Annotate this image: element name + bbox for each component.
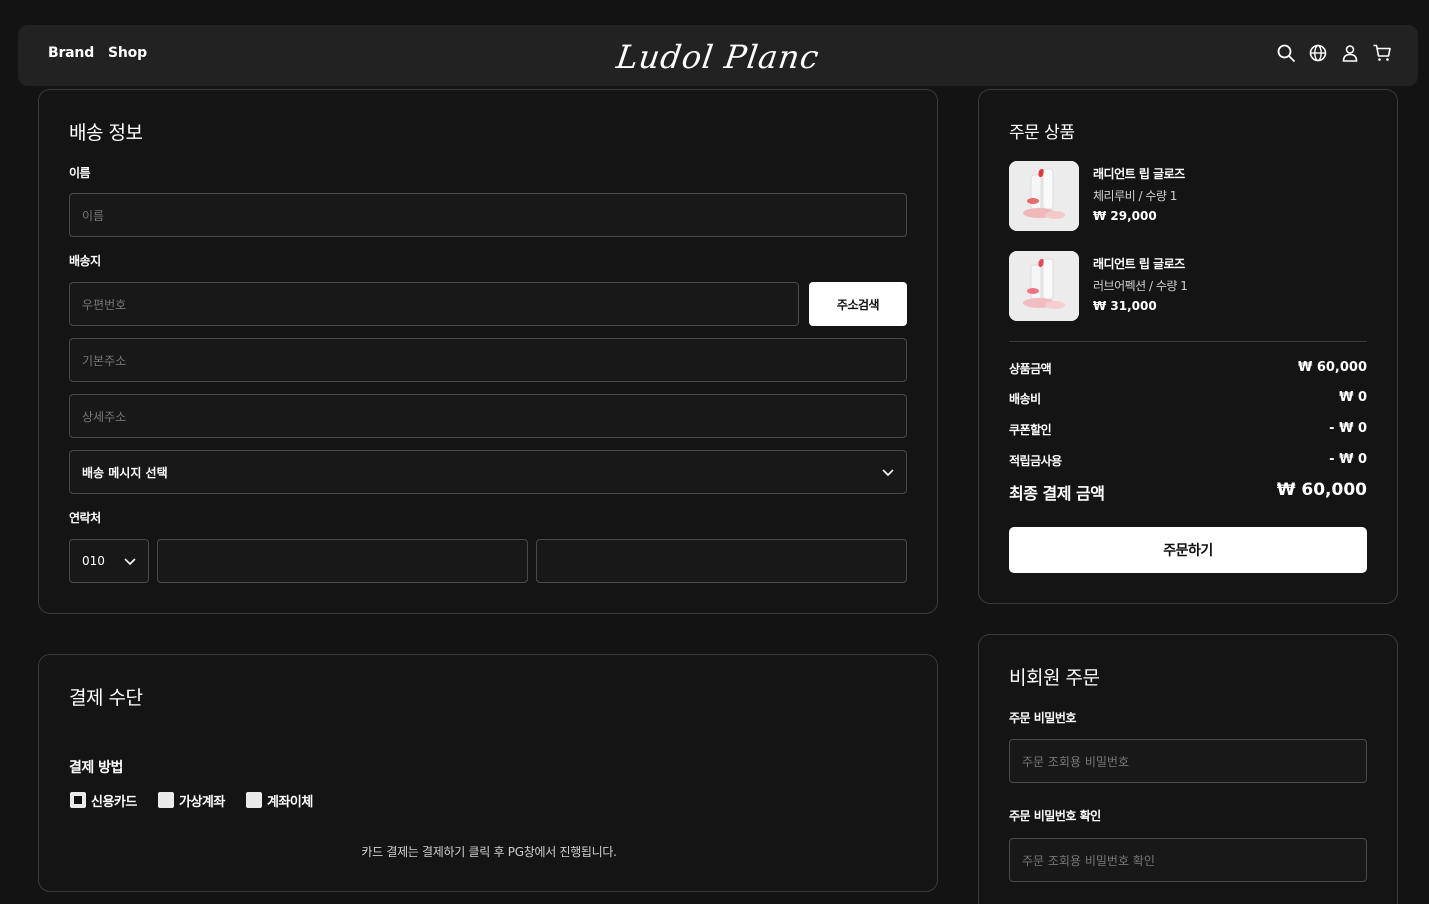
- virtual-account-label[interactable]: 가상계좌: [179, 791, 225, 810]
- phone-last-input[interactable]: [536, 539, 907, 583]
- nav-brand-link[interactable]: Brand: [48, 45, 94, 61]
- credit-card-checkbox[interactable]: [70, 792, 86, 808]
- order-password-confirm-input[interactable]: 주문 조회용 비밀번호 확인: [1009, 838, 1367, 882]
- product-option: 체리루비 / 수량 1: [1093, 189, 1177, 203]
- order-card: 주문 상품 래디언트 립 글로즈 체리루비 / 수량 1 ₩ 29,000 래디…: [978, 89, 1398, 604]
- main-nav: Brand Shop: [48, 45, 147, 61]
- subtotal-label: 상품금액: [1009, 362, 1052, 376]
- coupon-discount-label: 쿠폰할인: [1009, 423, 1052, 437]
- user-icon[interactable]: [1340, 43, 1360, 63]
- shipping-card: 배송 정보 이름 이름 배송지 우편번호 주소검색 기본주소 상세주소 배송 메…: [38, 89, 938, 614]
- points-used-value: - ₩ 0: [1329, 452, 1367, 467]
- bank-transfer-label[interactable]: 계좌이체: [267, 791, 313, 810]
- brand-logo[interactable]: Ludol Planc: [603, 35, 833, 79]
- virtual-account-checkbox[interactable]: [158, 792, 174, 808]
- payment-title: 결제 수단: [69, 687, 143, 709]
- address-detail-input[interactable]: 상세주소: [69, 394, 907, 438]
- brand-logo-text: Ludol Planc: [614, 38, 822, 76]
- product-option: 러브어펙션 / 수량 1: [1093, 279, 1188, 293]
- product-name: 래디언트 립 글로즈: [1093, 167, 1185, 181]
- bank-transfer-checkbox[interactable]: [246, 792, 262, 808]
- top-header: Brand Shop Ludol Planc: [18, 25, 1418, 86]
- guest-order-card: 비회원 주문 주문 비밀번호 주문 조회용 비밀번호 주문 비밀번호 확인 주문…: [978, 634, 1398, 904]
- shipping-fee-value: ₩ 0: [1339, 390, 1367, 405]
- shipping-title: 배송 정보: [69, 122, 143, 144]
- address-search-button[interactable]: 주소검색: [809, 282, 907, 326]
- address-label: 배송지: [69, 254, 101, 268]
- final-total-label: 최종 결제 금액: [1009, 484, 1105, 503]
- address-input[interactable]: 기본주소: [69, 338, 907, 382]
- phone-prefix-select[interactable]: 010: [69, 539, 149, 583]
- order-title: 주문 상품: [1009, 123, 1075, 143]
- contact-label: 연락처: [69, 511, 101, 525]
- product-name: 래디언트 립 글로즈: [1093, 257, 1185, 271]
- search-icon[interactable]: [1276, 43, 1296, 63]
- product-price: ₩ 31,000: [1093, 299, 1157, 313]
- coupon-discount-value: - ₩ 0: [1329, 421, 1367, 436]
- final-total-value: ₩ 60,000: [1276, 480, 1367, 500]
- cart-icon[interactable]: [1372, 43, 1392, 63]
- nav-shop-link[interactable]: Shop: [108, 45, 147, 61]
- product-thumbnail[interactable]: [1009, 161, 1079, 231]
- header-icons: [1276, 43, 1392, 63]
- phone-middle-input[interactable]: [157, 539, 528, 583]
- payment-card: 결제 수단 결제 방법 신용카드 가상계좌 계좌이체 카드 결제는 결제하기 클…: [38, 654, 938, 892]
- delivery-message-select[interactable]: 배송 메시지 선택: [69, 450, 907, 494]
- shipping-fee-label: 배송비: [1009, 392, 1041, 406]
- order-password-confirm-label: 주문 비밀번호 확인: [1009, 809, 1101, 823]
- product-price: ₩ 29,000: [1093, 209, 1157, 223]
- name-label: 이름: [69, 166, 91, 180]
- summary-divider: [1009, 341, 1367, 342]
- delivery-message-value: 배송 메시지 선택: [82, 465, 168, 480]
- subtotal-value: ₩ 60,000: [1297, 360, 1367, 375]
- guest-order-title: 비회원 주문: [1009, 667, 1100, 689]
- payment-note: 카드 결제는 결제하기 클릭 후 PG창에서 진행됩니다.: [361, 845, 617, 859]
- chevron-down-icon: [882, 469, 894, 477]
- postcode-input[interactable]: 우편번호: [69, 282, 799, 326]
- product-thumbnail[interactable]: [1009, 251, 1079, 321]
- globe-icon[interactable]: [1308, 43, 1328, 63]
- credit-card-label[interactable]: 신용카드: [91, 791, 137, 810]
- payment-method-label: 결제 방법: [69, 760, 123, 776]
- place-order-button[interactable]: 주문하기: [1009, 527, 1367, 573]
- order-password-input[interactable]: 주문 조회용 비밀번호: [1009, 739, 1367, 783]
- order-password-label: 주문 비밀번호: [1009, 711, 1076, 725]
- points-used-label: 적립금사용: [1009, 454, 1062, 468]
- name-input[interactable]: 이름: [69, 193, 907, 237]
- chevron-down-icon: [124, 558, 136, 566]
- phone-prefix-value: 010: [82, 554, 105, 568]
